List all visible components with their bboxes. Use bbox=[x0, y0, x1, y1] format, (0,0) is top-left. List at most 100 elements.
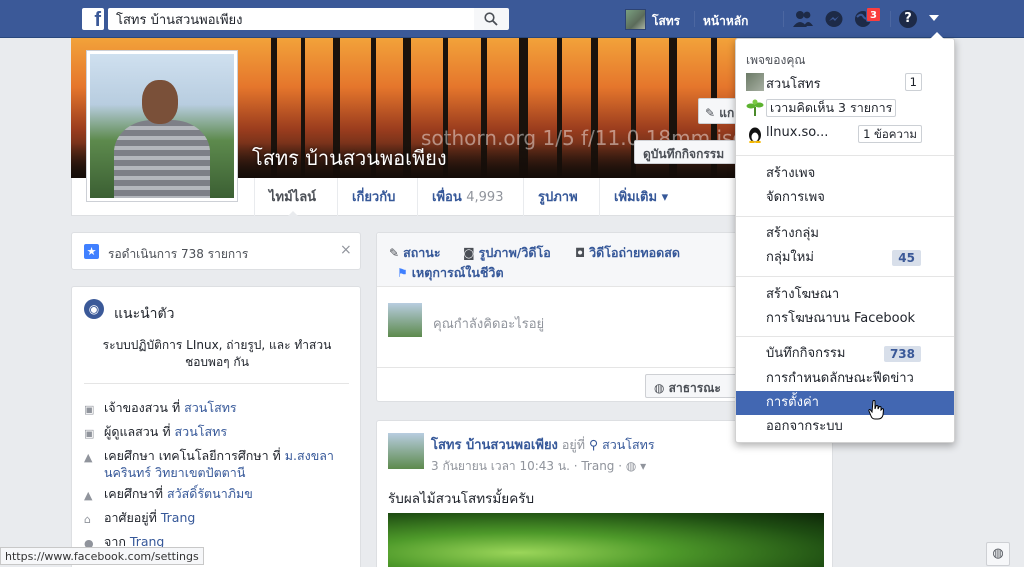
post-author-link[interactable]: โสทร บ้านสวนพอเพียง bbox=[431, 438, 558, 453]
tab-photos[interactable]: รูปภาพ bbox=[523, 178, 592, 216]
profile-picture-head bbox=[142, 80, 178, 124]
video-icon: ◘ bbox=[575, 246, 586, 260]
tab-more[interactable]: เพิ่มเติม ▾ bbox=[599, 178, 682, 216]
new-groups-count: 45 bbox=[892, 250, 921, 266]
divider bbox=[84, 383, 349, 384]
star-icon: ★ bbox=[84, 244, 99, 259]
account-dropdown-menu: เพจของคุณ สวนโสทร 1 เวามคิดเห็น 3 รายการ… bbox=[735, 32, 955, 443]
settings-item[interactable]: การตั้งค่า bbox=[736, 391, 954, 415]
privacy-selector-button[interactable]: ◍ สาธารณะ bbox=[645, 374, 745, 398]
hand-cursor-icon bbox=[868, 400, 884, 420]
page-item-linux-sothorn[interactable]: llnux.so... 1 ข้อความ bbox=[749, 125, 952, 145]
divider bbox=[736, 276, 954, 277]
account-menu-caret-icon[interactable] bbox=[929, 15, 939, 21]
home-link[interactable]: หน้าหลัก bbox=[703, 12, 748, 31]
divider bbox=[783, 11, 784, 27]
composer-avatar bbox=[388, 303, 422, 337]
post-author-avatar[interactable] bbox=[388, 433, 424, 469]
messenger-icon[interactable] bbox=[823, 9, 845, 29]
profile-picture[interactable] bbox=[86, 50, 238, 202]
composer-tab-status[interactable]: ✎ สถานะ bbox=[389, 243, 441, 263]
graduation-cap-icon: ▲ bbox=[84, 489, 93, 502]
search-input[interactable] bbox=[108, 8, 474, 30]
post-date: 3 กันยายน เวลา 10:43 น. · Trang · bbox=[431, 459, 623, 473]
composer-tab-life-event[interactable]: ⚑ เหตุการณ์ในชีวิต bbox=[397, 263, 504, 283]
page-item-label: llnux.so... bbox=[766, 125, 829, 140]
friends-count: 4,993 bbox=[466, 190, 504, 205]
pending-items-text[interactable]: รอดำเนินการ 738 รายการ bbox=[108, 245, 248, 264]
post-photo[interactable] bbox=[388, 513, 824, 567]
page-item-suan-sothorn[interactable]: สวนโสทร 1 bbox=[746, 73, 952, 93]
intro-row-education: ▲ เคยศึกษา เทคโนโลยีการศึกษา ที่ ม.สงขลา… bbox=[84, 447, 354, 481]
update-cover-button[interactable]: ✎ แก bbox=[698, 98, 738, 124]
intro-row-link[interactable]: สวัสดิ์รัตนาภิมข bbox=[167, 486, 253, 501]
intro-row-link[interactable]: สวนโสทร bbox=[184, 400, 237, 415]
intro-row-owner: ▣ เจ้าของสวน ที่ สวนโสทร bbox=[84, 399, 354, 416]
manage-pages-item[interactable]: จัดการเพจ bbox=[736, 186, 954, 210]
page-item-count: 1 bbox=[904, 73, 922, 91]
globe-icon: ◍ ▾ bbox=[625, 459, 647, 473]
intro-row-text: ผู้ดูแลสวน ที่ bbox=[104, 424, 175, 439]
composer-tab-photo-label: รูปภาพ/วิดีโอ bbox=[478, 245, 551, 260]
intro-row-admin: ▣ ผู้ดูแลสวน ที่ สวนโสทร bbox=[84, 423, 354, 440]
location-pin-icon: ● bbox=[84, 537, 94, 550]
new-groups-label: กลุ่มใหม่ bbox=[766, 250, 814, 265]
post-timestamp[interactable]: 3 กันยายน เวลา 10:43 น. · Trang · ◍ ▾ bbox=[431, 457, 646, 476]
intro-row-text: เคยศึกษาที่ bbox=[104, 486, 167, 501]
pending-items-card[interactable]: ★ รอดำเนินการ 738 รายการ × bbox=[71, 232, 361, 270]
intro-row-link[interactable]: สวนโสทร bbox=[175, 424, 228, 439]
activity-log-label: บันทึกกิจกรรม bbox=[766, 346, 846, 361]
view-activity-log-button[interactable]: ดูบันทึกกิจกรรม bbox=[634, 140, 738, 164]
profile-name[interactable]: โสทร บ้านสวนพอเพียง bbox=[252, 142, 447, 174]
graduation-cap-icon: ▲ bbox=[84, 451, 93, 464]
status-bar-url: https://www.facebook.com/settings bbox=[0, 547, 204, 565]
activity-log-item[interactable]: บันทึกกิจกรรม 738 bbox=[736, 342, 954, 366]
home-icon: ⌂ bbox=[84, 513, 91, 526]
tab-timeline[interactable]: ไทม์ไลน์ bbox=[254, 178, 330, 217]
help-icon[interactable]: ? bbox=[899, 10, 917, 28]
create-page-item[interactable]: สร้างเพจ bbox=[736, 162, 954, 186]
page-item-label: สวนโสทร bbox=[766, 77, 821, 92]
intro-row-lives-in: ⌂ อาศัยอยู่ที่ Trang bbox=[84, 509, 354, 526]
close-icon[interactable]: × bbox=[340, 242, 352, 258]
composer-tab-live[interactable]: ◘ วิดีโอถ่ายทอดสด bbox=[575, 243, 680, 263]
post-place-link[interactable]: ⚲ สวนโสทร bbox=[589, 437, 655, 452]
composer-tab-live-label: วิดีโอถ่ายทอดสด bbox=[589, 245, 680, 260]
intro-bio: ระบบปฏิบัติการ LInux, ถ่ายรูป, และ ทำสวน… bbox=[102, 338, 332, 369]
advertising-on-facebook-item[interactable]: การโฆษณาบน Facebook bbox=[736, 307, 954, 331]
page-item-comments[interactable]: เวามคิดเห็น 3 รายการ bbox=[746, 99, 952, 119]
language-globe-icon[interactable]: ◍ bbox=[986, 542, 1010, 566]
divider bbox=[890, 11, 891, 27]
search-button[interactable] bbox=[474, 8, 509, 30]
intro-title: แนะนำตัว bbox=[114, 306, 175, 322]
composer-input[interactable]: คุณกำลังคิดอะไรอยู่ bbox=[433, 313, 544, 334]
user-avatar[interactable] bbox=[625, 9, 646, 30]
intro-row-text: เคยศึกษา เทคโนโลยีการศึกษา ที่ bbox=[104, 448, 285, 463]
intro-row-school: ▲ เคยศึกษาที่ สวัสดิ์รัตนาภิมข bbox=[84, 485, 354, 502]
divider bbox=[736, 216, 954, 217]
composer-tab-photo[interactable]: ◙ รูปภาพ/วิดีโอ bbox=[463, 243, 551, 263]
search-icon bbox=[484, 12, 498, 26]
create-ad-item[interactable]: สร้างโฆษณา bbox=[736, 283, 954, 307]
briefcase-icon: ▣ bbox=[84, 427, 95, 440]
log-out-item[interactable]: ออกจากระบบ bbox=[736, 415, 954, 439]
tab-friends[interactable]: เพื่อน 4,993 bbox=[417, 178, 517, 216]
news-feed-preferences-item[interactable]: การกำหนดลักษณะฟีดข่าว bbox=[736, 367, 954, 391]
new-groups-item[interactable]: กลุ่มใหม่ 45 bbox=[736, 246, 954, 270]
post-text: รับผลไม้สวนโสทรมั้ยครับ bbox=[388, 491, 535, 507]
flag-icon: ⚑ bbox=[397, 266, 408, 280]
intro-row-link[interactable]: Trang bbox=[161, 510, 195, 525]
create-group-item[interactable]: สร้างกลุ่ม bbox=[736, 222, 954, 246]
globe-icon: ◉ bbox=[84, 299, 104, 319]
post-at-text: อยู่ที่ bbox=[557, 437, 589, 452]
intro-row-text: อาศัยอยู่ที่ bbox=[104, 510, 161, 525]
plant-icon bbox=[746, 99, 764, 116]
friend-requests-icon[interactable] bbox=[792, 9, 814, 29]
your-pages-title: เพจของคุณ bbox=[746, 53, 806, 67]
facebook-logo[interactable]: f bbox=[82, 8, 104, 30]
briefcase-icon: ▣ bbox=[84, 403, 95, 416]
divider bbox=[736, 336, 954, 337]
tab-about[interactable]: เกี่ยวกับ bbox=[337, 178, 409, 216]
update-cover-label: แก bbox=[719, 106, 735, 120]
profile-link[interactable]: โสทร bbox=[652, 12, 680, 31]
